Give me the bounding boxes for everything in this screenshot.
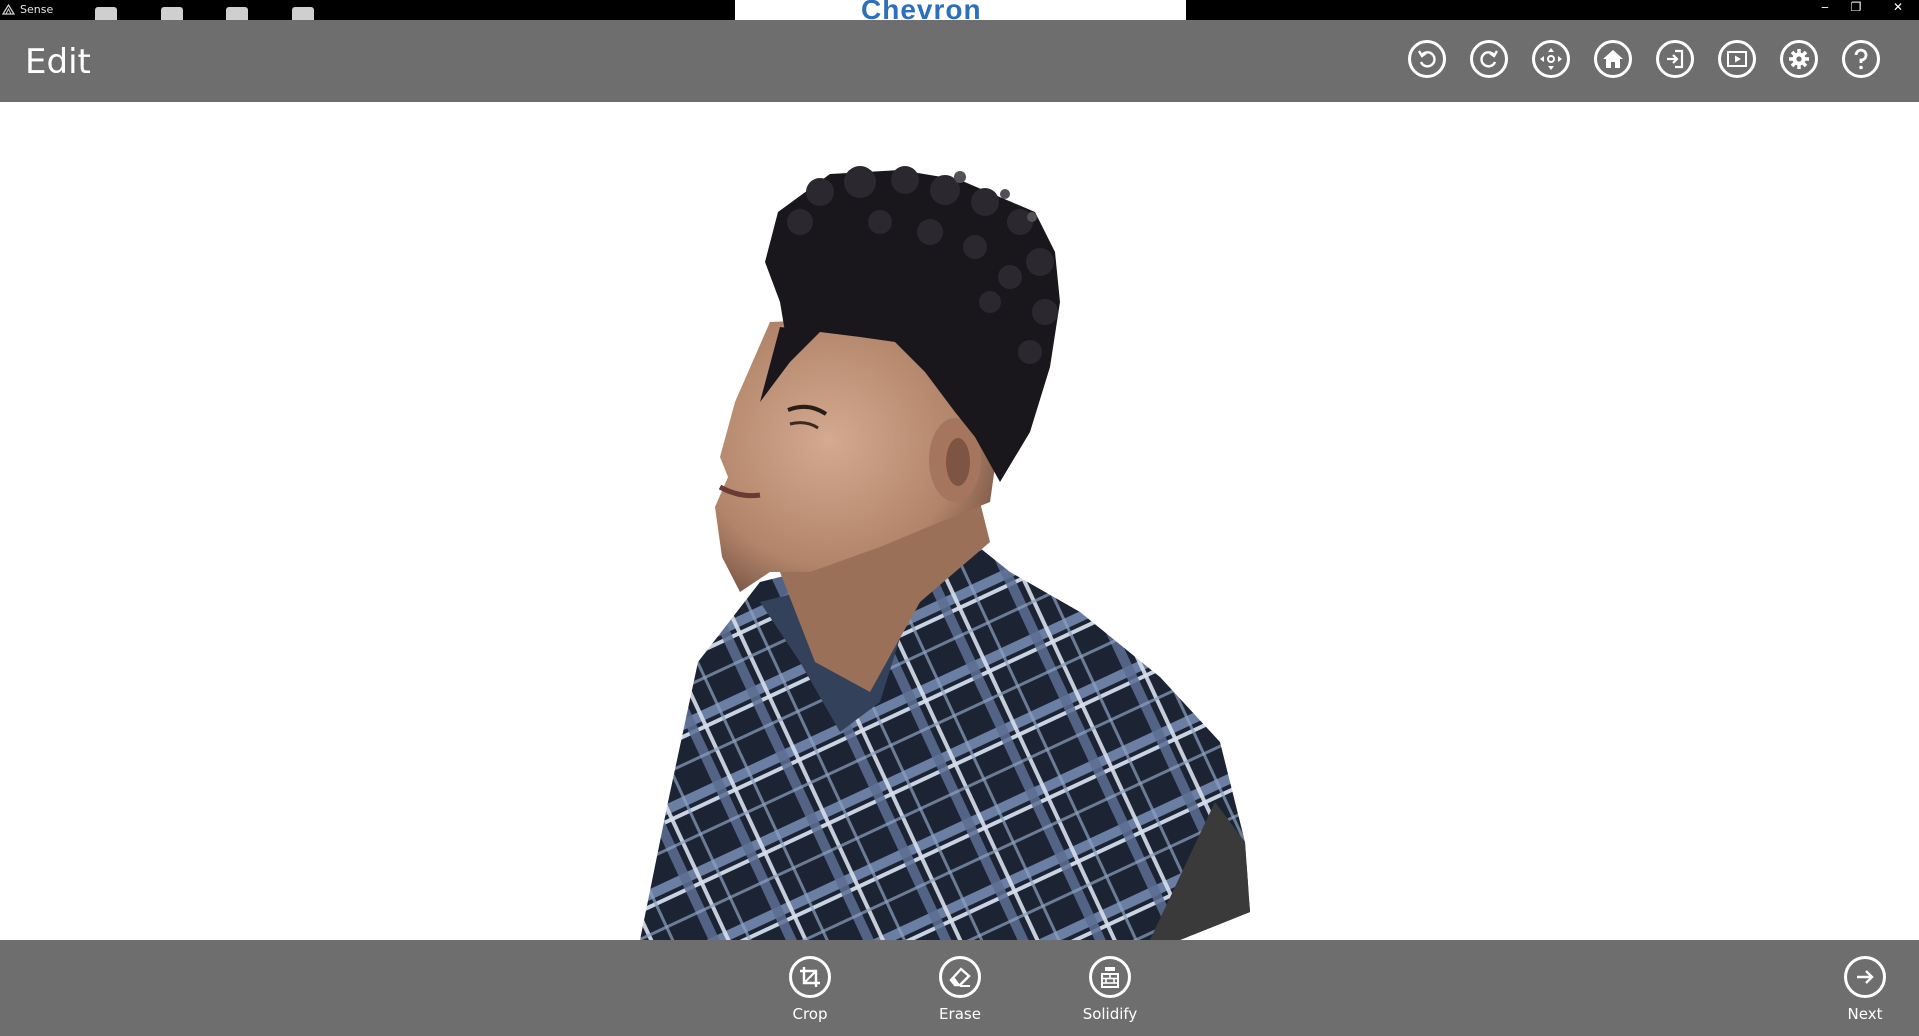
next-button[interactable]: Next (1815, 956, 1915, 1023)
help-button[interactable] (1842, 40, 1880, 78)
background-window: Chevron (735, 0, 1186, 20)
app-title: Sense (20, 3, 54, 16)
taskbar-icon (291, 7, 314, 20)
solidify-icon (1101, 967, 1119, 988)
home-button[interactable] (1594, 40, 1632, 78)
crop-button[interactable]: Crop (760, 956, 860, 1023)
crop-button-circle[interactable] (789, 956, 831, 998)
undo-button[interactable] (1408, 40, 1446, 78)
home-icon (1603, 50, 1623, 68)
app-header: Edit (0, 20, 1919, 102)
scanned-model[interactable] (0, 102, 1919, 940)
play-icon (1727, 51, 1747, 67)
erase-button[interactable]: Erase (910, 956, 1010, 1023)
redo-icon (1480, 50, 1499, 68)
next-label: Next (1847, 1005, 1883, 1023)
solidify-label: Solidify (1082, 1005, 1138, 1023)
settings-icon (1789, 49, 1809, 69)
next-button-circle[interactable] (1844, 956, 1886, 998)
crop-icon (800, 967, 820, 987)
crop-label: Crop (792, 1005, 828, 1023)
erase-button-circle[interactable] (939, 956, 981, 998)
undo-icon (1417, 50, 1436, 68)
app-logo-icon (2, 3, 15, 15)
solidify-button[interactable]: Solidify (1060, 956, 1160, 1023)
shirt (640, 532, 1250, 940)
erase-label: Erase (939, 1005, 981, 1023)
restore-button[interactable]: ❐ (1843, 0, 1869, 16)
move-icon (1540, 48, 1562, 70)
export-icon (1667, 49, 1684, 69)
taskbar-icon (95, 7, 117, 20)
eraser-icon (949, 967, 971, 987)
page-title: Edit (25, 42, 91, 82)
export-button[interactable] (1656, 40, 1694, 78)
background-window-text: Chevron (861, 0, 982, 20)
redo-button[interactable] (1470, 40, 1508, 78)
move-view-button[interactable] (1532, 40, 1570, 78)
preview-button[interactable] (1718, 40, 1756, 78)
arrow-right-icon (1857, 970, 1874, 984)
settings-button[interactable] (1780, 40, 1818, 78)
close-button[interactable]: ✕ (1880, 0, 1916, 16)
bottom-command-bar: Crop Erase Solidify Next (0, 940, 1919, 1036)
taskbar-icon (160, 7, 183, 20)
solidify-button-circle[interactable] (1089, 956, 1131, 998)
taskbar-icon (226, 7, 248, 20)
window-titlebar: Sense Chevron ‒ ❐ ✕ (0, 0, 1919, 20)
scan-viewport[interactable] (0, 102, 1919, 940)
help-icon (1854, 48, 1868, 70)
minimize-button[interactable]: ‒ (1812, 0, 1838, 16)
